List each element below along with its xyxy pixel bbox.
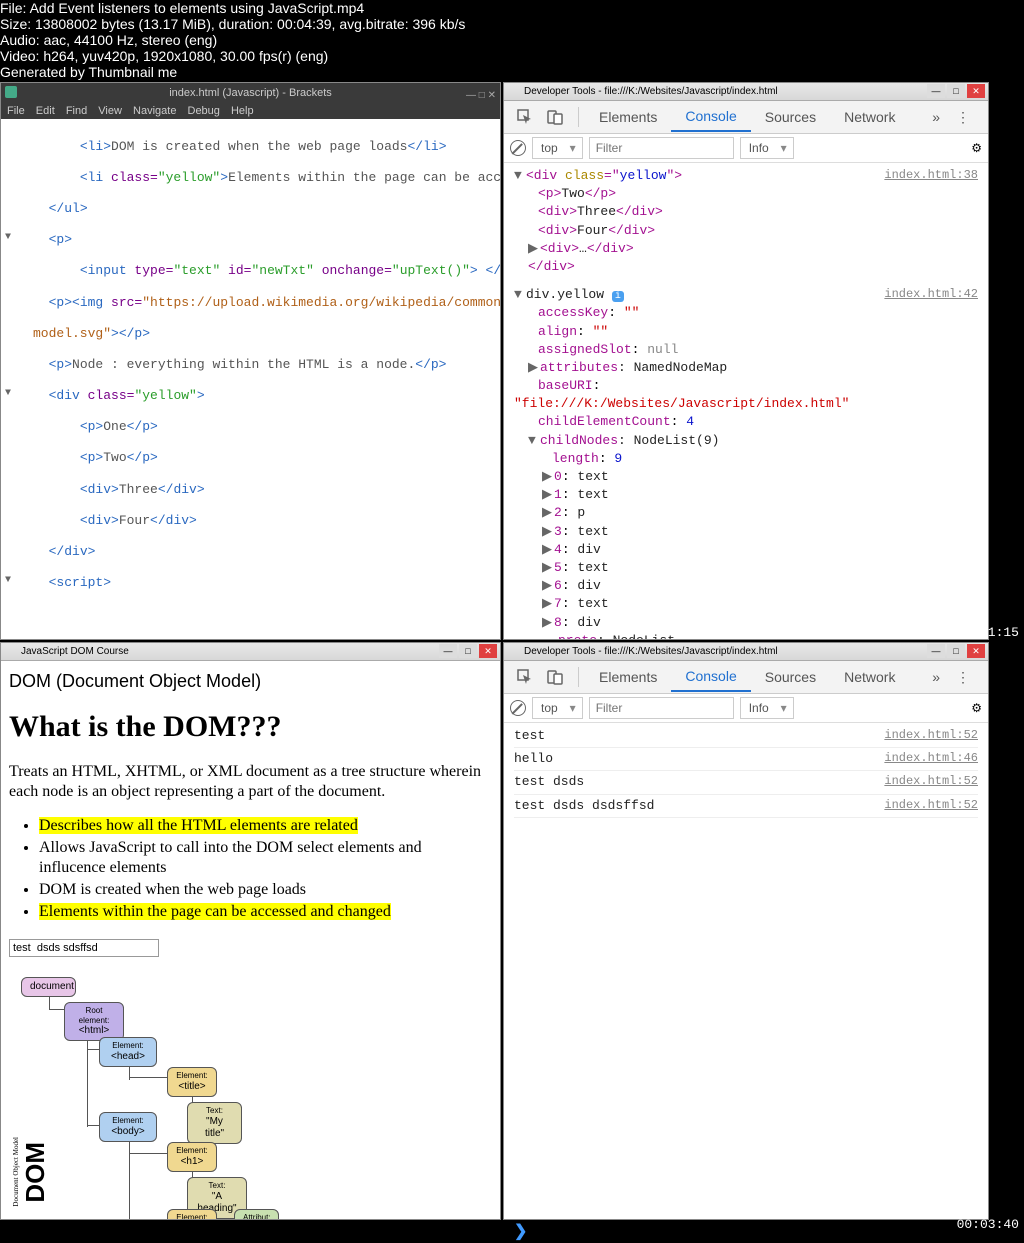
filter-input[interactable]	[589, 697, 734, 719]
browser-titlebar[interactable]: JavaScript DOM Course — □ ✕	[1, 643, 500, 661]
page-paragraph: Treats an HTML, XHTML, or XML document a…	[9, 762, 492, 802]
source-link[interactable]: index.html:52	[884, 727, 978, 744]
inspect-icon[interactable]	[512, 664, 538, 690]
source-link[interactable]: index.html:42	[884, 286, 978, 303]
dom-node-document: document	[21, 977, 76, 997]
minimize-button[interactable]: —	[927, 84, 945, 98]
page-subheading: DOM (Document Object Model)	[9, 671, 492, 692]
text-input[interactable]	[9, 939, 159, 957]
list-item: DOM is created when the web page loads	[39, 880, 492, 900]
device-icon[interactable]	[542, 664, 568, 690]
devtools-window-2: Developer Tools - file:///K:/Websites/Ja…	[503, 642, 989, 1220]
console-output[interactable]: index.html:38▼<div class="yellow"> <p>Tw…	[504, 163, 988, 639]
inspect-icon[interactable]	[512, 104, 538, 130]
fold-arrow-icon[interactable]: ▼	[5, 388, 11, 400]
video-meta-overlay: File: Add Event listeners to elements us…	[0, 0, 465, 80]
dom-node-attr: Attribut:href	[234, 1209, 279, 1219]
source-link[interactable]: index.html:52	[884, 773, 978, 790]
tab-console[interactable]: Console	[671, 102, 750, 132]
console-toolbar: top Info ⚙	[504, 694, 988, 723]
dom-node-h1: Element:<h1>	[167, 1142, 217, 1172]
page-content: DOM (Document Object Model) What is the …	[1, 661, 500, 1219]
brackets-window: index.html (Javascript) - Brackets — □ ✕…	[0, 82, 501, 640]
dom-node-a: Element:<a>	[167, 1209, 217, 1219]
dom-label: Document Object ModelDOM	[19, 1107, 44, 1219]
fold-arrow-icon[interactable]: ▼	[5, 232, 11, 244]
window-controls[interactable]: — □ ✕	[926, 83, 986, 99]
menu-debug[interactable]: Debug	[188, 105, 220, 117]
source-link[interactable]: index.html:38	[884, 167, 978, 184]
brackets-logo-icon	[5, 86, 17, 98]
menu-view[interactable]: View	[98, 105, 122, 117]
minimize-button[interactable]: —	[439, 644, 457, 658]
brackets-titlebar[interactable]: index.html (Javascript) - Brackets — □ ✕	[1, 83, 500, 103]
devtools-window-1: Developer Tools - file:///K:/Websites/Ja…	[503, 82, 989, 640]
tab-elements[interactable]: Elements	[585, 103, 671, 131]
menu-file[interactable]: File	[7, 105, 25, 117]
source-link[interactable]: index.html:46	[884, 750, 978, 767]
log-level-selector[interactable]: Info	[740, 697, 794, 719]
settings-icon[interactable]: ⚙	[971, 141, 982, 155]
devtools-tabs: Elements Console Sources Network » ⋮	[504, 101, 988, 134]
dom-node-title: Element:<title>	[167, 1067, 217, 1097]
clear-console-icon[interactable]	[510, 140, 526, 156]
list-item: Allows JavaScript to call into the DOM s…	[39, 838, 492, 878]
menu-find[interactable]: Find	[66, 105, 87, 117]
tab-elements[interactable]: Elements	[585, 663, 671, 691]
device-icon[interactable]	[542, 104, 568, 130]
source-link[interactable]: index.html:52	[884, 797, 978, 814]
page-heading: What is the DOM???	[9, 710, 492, 744]
console-output[interactable]: index.html:52test index.html:46hello ind…	[504, 723, 988, 1219]
context-selector[interactable]: top	[532, 137, 583, 159]
log-level-selector[interactable]: Info	[740, 137, 794, 159]
info-icon[interactable]: i	[612, 291, 624, 302]
maximize-button[interactable]: □	[947, 644, 965, 658]
minimize-button[interactable]: —	[927, 644, 945, 658]
more-tabs-icon[interactable]: »	[932, 109, 940, 125]
menu-help[interactable]: Help	[231, 105, 254, 117]
maximize-button[interactable]: □	[947, 84, 965, 98]
browser-window: JavaScript DOM Course — □ ✕ DOM (Documen…	[0, 642, 501, 1220]
devtools-titlebar[interactable]: Developer Tools - file:///K:/Websites/Ja…	[504, 643, 988, 661]
maximize-button[interactable]: □	[459, 644, 477, 658]
dom-node-text: Text:"My title"	[187, 1102, 242, 1144]
clear-console-icon[interactable]	[510, 700, 526, 716]
timestamp-1: 00:01:15	[957, 625, 1019, 640]
window-controls[interactable]: — □ ✕	[438, 643, 498, 659]
menu-navigate[interactable]: Navigate	[133, 105, 176, 117]
dom-node-head: Element:<head>	[99, 1037, 157, 1067]
list-item: Elements within the page can be accessed…	[39, 902, 492, 922]
menu-icon[interactable]: ⋮	[950, 104, 976, 130]
brackets-menubar[interactable]: File Edit Find View Navigate Debug Help	[1, 103, 500, 119]
tab-network[interactable]: Network	[830, 103, 909, 131]
devtools-titlebar[interactable]: Developer Tools - file:///K:/Websites/Ja…	[504, 83, 988, 101]
timestamp-2: 00:03:40	[957, 1217, 1019, 1232]
dom-node-body: Element:<body>	[99, 1112, 157, 1142]
window-controls[interactable]: — □ ✕	[466, 86, 496, 106]
tab-network[interactable]: Network	[830, 663, 909, 691]
fold-arrow-icon[interactable]: ▼	[5, 575, 11, 587]
tab-sources[interactable]: Sources	[751, 103, 830, 131]
menu-icon[interactable]: ⋮	[950, 664, 976, 690]
console-toolbar: top Info ⚙	[504, 134, 988, 163]
code-editor[interactable]: <li>DOM is created when the web page loa…	[1, 119, 500, 637]
console-prompt[interactable]: ❯	[504, 1219, 988, 1243]
feature-list: Describes how all the HTML elements are …	[9, 816, 492, 922]
dom-tree-diagram: Document Object ModelDOM document Root e…	[9, 977, 492, 1219]
close-button[interactable]: ✕	[967, 644, 985, 658]
context-selector[interactable]: top	[532, 697, 583, 719]
settings-icon[interactable]: ⚙	[971, 701, 982, 715]
window-controls[interactable]: — □ ✕	[926, 643, 986, 659]
close-button[interactable]: ✕	[479, 644, 497, 658]
list-item: Describes how all the HTML elements are …	[39, 816, 492, 836]
menu-edit[interactable]: Edit	[36, 105, 55, 117]
devtools-tabs: Elements Console Sources Network » ⋮	[504, 661, 988, 694]
filter-input[interactable]	[589, 137, 734, 159]
more-tabs-icon[interactable]: »	[932, 669, 940, 685]
tab-console[interactable]: Console	[671, 662, 750, 692]
tab-sources[interactable]: Sources	[751, 663, 830, 691]
dom-node-html: Root element:<html>	[64, 1002, 124, 1041]
close-button[interactable]: ✕	[967, 84, 985, 98]
